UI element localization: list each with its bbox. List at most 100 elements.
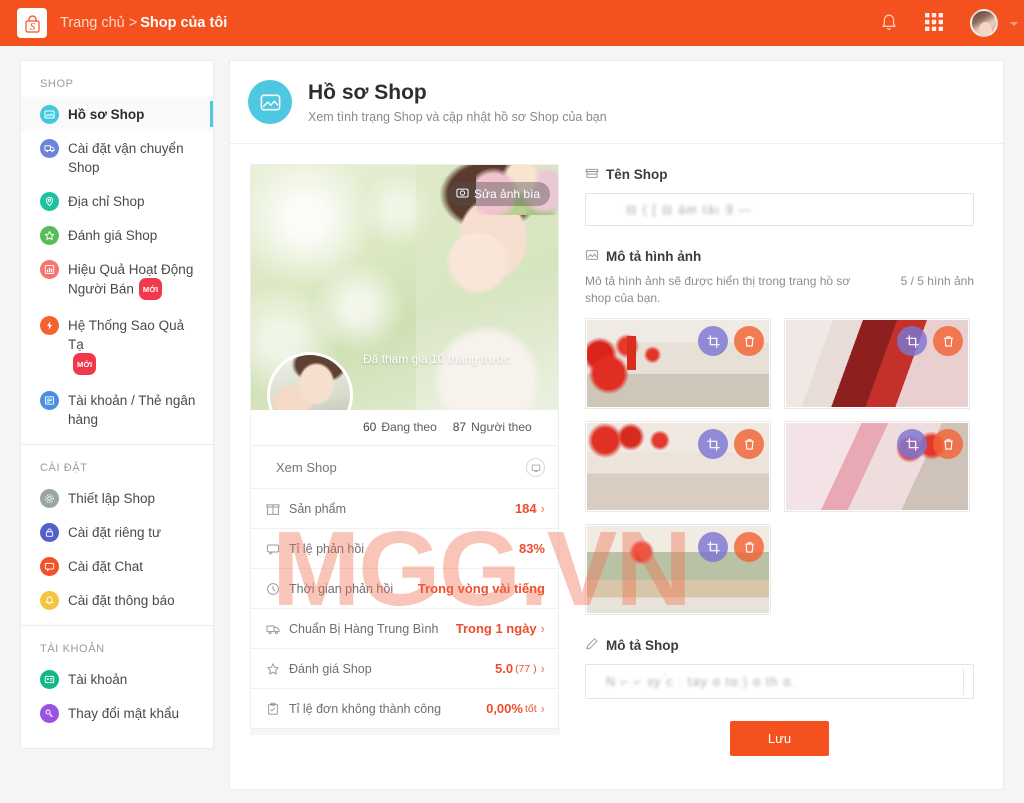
shop-desc-label: Mô tả Shop bbox=[606, 638, 679, 653]
top-bar: S Trang chủ > Shop của tôi bbox=[0, 0, 1024, 46]
stat-row[interactable]: Đánh giá Shop 5.0 (77 ) › bbox=[251, 649, 558, 689]
stat-value: 0,00% bbox=[486, 701, 523, 716]
crop-icon[interactable] bbox=[897, 429, 927, 459]
sidebar-item-cai-dat-rieng-tu[interactable]: Cài đặt riêng tư bbox=[21, 515, 213, 549]
sidebar-section-title-shop: SHOP bbox=[21, 61, 213, 97]
stat-label: Sản phẩm bbox=[289, 502, 346, 516]
shop-avatar[interactable]: Sửa bbox=[267, 352, 353, 410]
image-thumbnail[interactable] bbox=[585, 318, 771, 409]
stat-row[interactable]: Tỉ lệ phản hồi 83% bbox=[251, 529, 558, 569]
trash-icon[interactable] bbox=[933, 429, 963, 459]
clock-icon bbox=[265, 582, 281, 596]
trash-icon[interactable] bbox=[734, 532, 764, 562]
joined-text: Đã tham gia 10 tháng trước bbox=[363, 352, 510, 366]
svg-text:S: S bbox=[29, 21, 35, 33]
image-count: 5 / 5 hình ảnh bbox=[901, 273, 974, 288]
sidebar-item-ho-so-shop[interactable]: Hồ sơ Shop bbox=[21, 97, 213, 131]
chat-bubble-icon bbox=[265, 542, 281, 556]
picture-icon bbox=[585, 248, 599, 265]
sidebar-item-he-thong-sao-qua-ta[interactable]: Hệ Thống Sao Quả TạMỚI bbox=[21, 308, 213, 383]
textarea-resize-handle[interactable] bbox=[963, 668, 971, 695]
sidebar-item-tai-khoan[interactable]: Tài khoản bbox=[21, 662, 213, 696]
stat-label: Chuẩn Bị Hàng Trung Bình bbox=[289, 622, 438, 636]
sidebar-item-tai-khoan-the-ngan-hang[interactable]: Tài khoản / Thẻ ngân hàng bbox=[21, 383, 213, 436]
left-column: Sửa ảnh bìa Đã tham gia 10 tháng trước S… bbox=[230, 164, 560, 756]
crop-icon[interactable] bbox=[897, 326, 927, 356]
image-thumbnail[interactable] bbox=[585, 421, 771, 512]
stat-row[interactable]: Sản phẩm 184 › bbox=[251, 489, 558, 529]
stat-value: 5.0 bbox=[495, 661, 513, 676]
page-title: Hồ sơ Shop bbox=[308, 80, 607, 106]
shopee-logo[interactable]: S bbox=[17, 8, 47, 38]
chevron-right-icon: › bbox=[541, 661, 545, 676]
shop-name-input[interactable]: ⊟ ( [ ⊟ ám tàı ∃ — bbox=[585, 193, 974, 226]
sidebar-item-danh-gia-shop[interactable]: Đánh giá Shop bbox=[21, 218, 213, 252]
following-label: Đang theo bbox=[381, 420, 436, 434]
image-desc-label: Mô tả hình ảnh bbox=[606, 249, 701, 264]
breadcrumb-separator: > bbox=[129, 15, 137, 31]
badge-new: MỚI bbox=[73, 353, 96, 375]
sidebar-item-hieu-qua-hoat-dong-nguoi-ban[interactable]: Hiệu Quả Hoạt Động Người BánMỚI bbox=[21, 252, 213, 308]
image-thumbnail[interactable] bbox=[784, 318, 970, 409]
view-shop-row[interactable]: Xem Shop bbox=[251, 446, 558, 489]
stat-value-wrap: Trong 1 ngày › bbox=[456, 621, 545, 636]
trash-icon[interactable] bbox=[734, 429, 764, 459]
sidebar: SHOP Hồ sơ Shop Cài đặt vận chuyển Shop … bbox=[20, 60, 214, 749]
shop-name-label: Tên Shop bbox=[606, 167, 668, 182]
chevron-right-icon: › bbox=[541, 501, 545, 516]
sidebar-item-label: Tài khoản bbox=[68, 669, 127, 689]
image-thumbnail[interactable] bbox=[784, 421, 970, 512]
sidebar-item-dia-chi-shop[interactable]: Địa chỉ Shop bbox=[21, 184, 213, 218]
crop-icon[interactable] bbox=[698, 532, 728, 562]
sidebar-item-thiet-lap-shop[interactable]: Thiết lập Shop bbox=[21, 481, 213, 515]
sidebar-item-cai-dat-chat[interactable]: Cài đặt Chat bbox=[21, 549, 213, 583]
stat-value-wrap: 0,00% tốt › bbox=[486, 701, 545, 716]
shop-name-label-row: Tên Shop bbox=[585, 166, 974, 183]
edit-cover-button[interactable]: Sửa ảnh bìa bbox=[448, 182, 550, 206]
sidebar-section-title-cai-dat: CÀI ĐẶT bbox=[21, 445, 213, 481]
shop-desc-label-row: Mô tả Shop bbox=[585, 637, 974, 654]
star-outline-icon bbox=[265, 662, 281, 676]
trash-icon[interactable] bbox=[933, 326, 963, 356]
stat-row[interactable]: Thời gian phản hồi Trong vòng vài tiếng bbox=[251, 569, 558, 609]
page-header: Hồ sơ Shop Xem tình trạng Shop và cập nh… bbox=[230, 61, 1003, 144]
store-icon bbox=[585, 166, 599, 183]
breadcrumb-current: Shop của tôi bbox=[140, 15, 227, 31]
save-button[interactable]: Lưu bbox=[730, 721, 829, 756]
user-avatar[interactable] bbox=[970, 9, 998, 37]
right-column: Tên Shop ⊟ ( [ ⊟ ám tàı ∃ — Mô tả hình ả… bbox=[560, 164, 1003, 756]
stat-label: Tỉ lệ phản hồi bbox=[289, 542, 364, 556]
main-content-card: Hồ sơ Shop Xem tình trạng Shop và cập nh… bbox=[229, 60, 1004, 790]
stat-value-wrap: 83% bbox=[519, 541, 545, 556]
stat-value-wrap: Trong vòng vài tiếng bbox=[418, 581, 545, 596]
sidebar-item-cai-dat-van-chuyen-shop[interactable]: Cài đặt vận chuyển Shop bbox=[21, 131, 213, 184]
crop-icon[interactable] bbox=[698, 429, 728, 459]
cover-photo: Sửa ảnh bìa Đã tham gia 10 tháng trước S… bbox=[251, 165, 558, 410]
followers-label: Người theo bbox=[471, 420, 532, 434]
follow-stats: 60 Đang theo 87 Người theo bbox=[251, 410, 558, 445]
gear-icon bbox=[40, 489, 59, 508]
trash-icon[interactable] bbox=[734, 326, 764, 356]
bell-icon[interactable] bbox=[878, 12, 900, 34]
following-count: 60 bbox=[363, 420, 376, 434]
stat-row[interactable]: Chuẩn Bị Hàng Trung Bình Trong 1 ngày › bbox=[251, 609, 558, 649]
followers-count: 87 bbox=[453, 420, 466, 434]
chevron-down-icon[interactable] bbox=[1010, 22, 1018, 26]
breadcrumb-home[interactable]: Trang chủ bbox=[60, 15, 125, 31]
image-grid bbox=[585, 318, 974, 615]
image-desc-row: Mô tả hình ảnh sẽ được hiển thị trong tr… bbox=[585, 273, 974, 307]
crop-icon[interactable] bbox=[698, 326, 728, 356]
stat-label: Thời gian phản hồi bbox=[289, 582, 393, 596]
shop-profile-icon bbox=[40, 105, 59, 124]
image-thumbnail[interactable] bbox=[585, 524, 771, 615]
sidebar-item-label: Thiết lập Shop bbox=[68, 488, 155, 508]
sidebar-item-label: Hồ sơ Shop bbox=[68, 104, 144, 124]
stat-value: Trong 1 ngày bbox=[456, 621, 537, 636]
shop-desc-textarea[interactable]: N ⌐ ⌐ ɜy ́c ː tay ɑ tɑː) ɑ th ɑ. bbox=[585, 664, 974, 699]
stat-row[interactable]: Tỉ lệ đơn không thành công 0,00% tốt › bbox=[251, 689, 558, 728]
grid-apps-icon[interactable] bbox=[924, 12, 946, 34]
sidebar-item-thay-doi-mat-khau[interactable]: Thay đổi mật khẩu bbox=[21, 696, 213, 730]
external-window-icon[interactable] bbox=[526, 458, 545, 477]
stat-label: Tỉ lệ đơn không thành công bbox=[289, 702, 441, 716]
sidebar-item-cai-dat-thong-bao[interactable]: Cài đặt thông báo bbox=[21, 583, 213, 617]
